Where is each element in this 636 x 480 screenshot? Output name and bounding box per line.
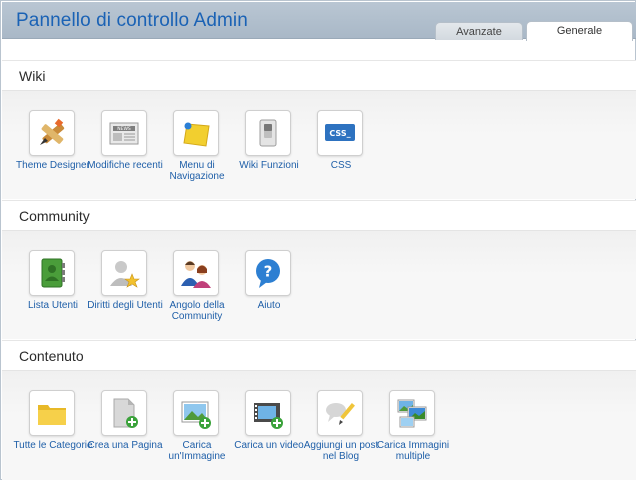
- section-header-wiki: Wiki: [2, 60, 636, 90]
- item-label: Carica Immagini multiple: [376, 440, 450, 462]
- theme-designer-icon[interactable]: [29, 110, 75, 156]
- tab-advanced[interactable]: Avanzate: [435, 22, 523, 40]
- switch-icon[interactable]: [245, 110, 291, 156]
- item-label: Theme Designer: [16, 160, 90, 171]
- item-label: Angolo della Community: [169, 300, 225, 322]
- item-label: Aiuto: [257, 300, 281, 311]
- css-icon[interactable]: CSS_: [317, 110, 363, 156]
- section-header-community: Community: [2, 200, 636, 230]
- folder-icon[interactable]: [29, 390, 75, 436]
- navigation-menu-icon[interactable]: [173, 110, 219, 156]
- item-label: Carica un'Immagine: [168, 440, 226, 462]
- item-label: Crea una Pagina: [87, 440, 163, 451]
- item-label: Carica un video: [234, 440, 304, 451]
- multiple-images-icon[interactable]: [389, 390, 435, 436]
- news-icon[interactable]: NEWS: [101, 110, 147, 156]
- section-content: Tutte le Categorie Crea una Pagina Caric…: [2, 370, 636, 480]
- section-title-community: Community: [19, 208, 90, 224]
- svg-text:?: ?: [264, 263, 273, 281]
- panel-header: Pannello di controllo Admin Avanzate Gen…: [2, 2, 636, 41]
- blog-post-icon[interactable]: [317, 390, 363, 436]
- section-wiki: Theme Designer NEWS Modifiche recenti Me…: [2, 90, 636, 199]
- address-book-icon[interactable]: [29, 250, 75, 296]
- section-title-wiki: Wiki: [19, 68, 46, 84]
- item-label: Aggiungi un post nel Blog: [303, 440, 379, 462]
- page-title: Pannello di controllo Admin: [16, 10, 248, 31]
- item-label: Wiki Funzioni: [239, 160, 299, 171]
- item-label: Modifiche recenti: [87, 160, 163, 171]
- item-label: Menu di Navigazione: [169, 160, 225, 182]
- section-community: Lista Utenti Diritti degli Utenti Angolo…: [2, 230, 636, 339]
- community-people-icon[interactable]: [173, 250, 219, 296]
- video-add-icon[interactable]: [245, 390, 291, 436]
- svg-text:NEWS: NEWS: [117, 126, 131, 132]
- admin-panel: Pannello di controllo Admin Avanzate Gen…: [0, 0, 636, 480]
- section-title-content: Contenuto: [19, 348, 84, 364]
- user-star-icon[interactable]: [101, 250, 147, 296]
- help-bubble-icon[interactable]: ?: [245, 250, 291, 296]
- item-label: Diritti degli Utenti: [87, 300, 163, 311]
- svg-text:CSS_: CSS_: [329, 129, 350, 138]
- image-add-icon[interactable]: [173, 390, 219, 436]
- section-header-content: Contenuto: [2, 340, 636, 370]
- item-label: Tutte le Categorie: [13, 440, 93, 451]
- tab-general[interactable]: Generale: [526, 21, 633, 41]
- page-add-icon[interactable]: [101, 390, 147, 436]
- item-label: CSS: [330, 160, 352, 171]
- item-label: Lista Utenti: [27, 300, 79, 311]
